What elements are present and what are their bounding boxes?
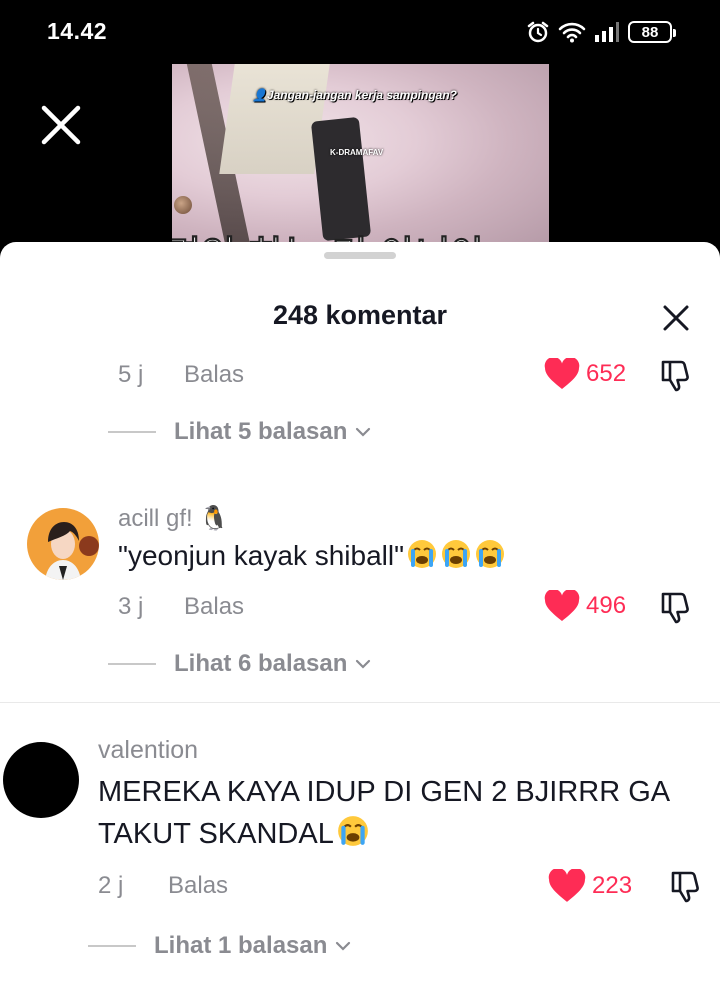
like-count: 652 xyxy=(586,360,627,387)
thumbs-down-icon xyxy=(661,360,689,392)
view-replies-label: Lihat 6 balasan xyxy=(174,650,348,677)
wifi-icon xyxy=(558,21,586,43)
thumbs-down-icon xyxy=(661,592,689,624)
replies-divider-line xyxy=(108,663,156,665)
comment-time: 3 j xyxy=(118,593,144,620)
chevron-down-icon xyxy=(356,659,371,669)
comment-meta-row: 3 j Balas xyxy=(118,590,244,624)
heart-icon xyxy=(548,869,586,902)
replies-divider-line xyxy=(108,431,156,433)
view-replies-label: Lihat 1 balasan xyxy=(154,932,328,959)
comment-username[interactable]: valention xyxy=(98,736,198,765)
alarm-icon xyxy=(526,20,550,44)
heart-icon xyxy=(544,590,580,621)
view-replies-label: Lihat 5 balasan xyxy=(174,418,348,445)
replies-divider-line xyxy=(88,945,136,947)
like-count: 496 xyxy=(586,592,627,619)
battery-icon: 88 xyxy=(628,21,676,43)
avatar[interactable] xyxy=(3,742,79,818)
chevron-down-icon xyxy=(356,427,371,437)
video-watermark: K-DRAMAFAV xyxy=(330,148,384,157)
like-button[interactable]: 652 xyxy=(544,358,626,390)
view-replies-button[interactable]: Lihat 6 balasan xyxy=(108,650,371,678)
status-bar: 14.42 88 xyxy=(0,0,720,64)
comment-time: 2 j xyxy=(98,872,124,899)
comment-meta-row: 5 j Balas xyxy=(118,358,244,392)
view-replies-button[interactable]: Lihat 1 balasan xyxy=(88,932,351,960)
video-figure-shirt xyxy=(219,64,330,174)
dislike-button[interactable] xyxy=(668,868,704,904)
section-divider xyxy=(0,702,720,703)
comments-title: 248 komentar xyxy=(272,300,448,330)
reply-button[interactable]: Balas xyxy=(184,593,244,621)
reply-button[interactable]: Balas xyxy=(168,872,228,900)
comment-text-line: MEREKA KAYA IDUP DI GEN 2 BJIRRR GA xyxy=(98,776,671,808)
crying-emoji-icon xyxy=(440,538,472,581)
comment-meta-row: 2 j Balas xyxy=(98,869,228,903)
close-comments-button[interactable] xyxy=(662,304,690,332)
dislike-button[interactable] xyxy=(658,357,694,393)
crying-emoji-icon xyxy=(336,814,370,859)
chevron-down-icon xyxy=(336,941,351,951)
dislike-button[interactable] xyxy=(658,589,694,625)
comment-text: MEREKA KAYA IDUP DI GEN 2 BJIRRR GA TAKU… xyxy=(98,772,670,859)
like-count: 223 xyxy=(592,872,633,899)
signal-icon xyxy=(594,21,620,43)
video-thumbnail[interactable]: 👤Jangan-jangan kerja sampingan? K-DRAMAF… xyxy=(172,64,549,254)
video-figure-button xyxy=(174,196,192,214)
close-icon xyxy=(663,305,689,331)
status-icons: 88 xyxy=(526,19,676,45)
like-button[interactable]: 496 xyxy=(544,590,626,622)
like-button[interactable]: 223 xyxy=(548,869,632,903)
drag-handle[interactable] xyxy=(324,252,396,259)
avatar[interactable] xyxy=(27,508,99,580)
close-video-button[interactable] xyxy=(40,104,82,146)
comment-text-line: TAKUT SKANDAL xyxy=(98,814,670,859)
thumbs-down-icon xyxy=(671,871,699,903)
person-icon: 👤 xyxy=(252,88,267,102)
reply-button[interactable]: Balas xyxy=(184,361,244,389)
heart-icon xyxy=(544,358,580,389)
crying-emoji-icon xyxy=(474,538,506,581)
close-icon xyxy=(41,105,81,145)
video-caption: 👤Jangan-jangan kerja sampingan? xyxy=(252,88,458,102)
comment-username[interactable]: acill gf! 🐧 xyxy=(118,504,229,533)
comment-text: "yeonjun kayak shiball" xyxy=(118,536,506,581)
video-figure-clip xyxy=(310,116,372,242)
status-time: 14.42 xyxy=(47,18,108,44)
crying-emoji-icon xyxy=(406,538,438,581)
view-replies-button[interactable]: Lihat 5 balasan xyxy=(108,418,371,446)
comment-time: 5 j xyxy=(118,361,144,388)
comments-sheet: 248 komentar 5 j Balas 652 Lihat 5 balas… xyxy=(0,242,720,994)
